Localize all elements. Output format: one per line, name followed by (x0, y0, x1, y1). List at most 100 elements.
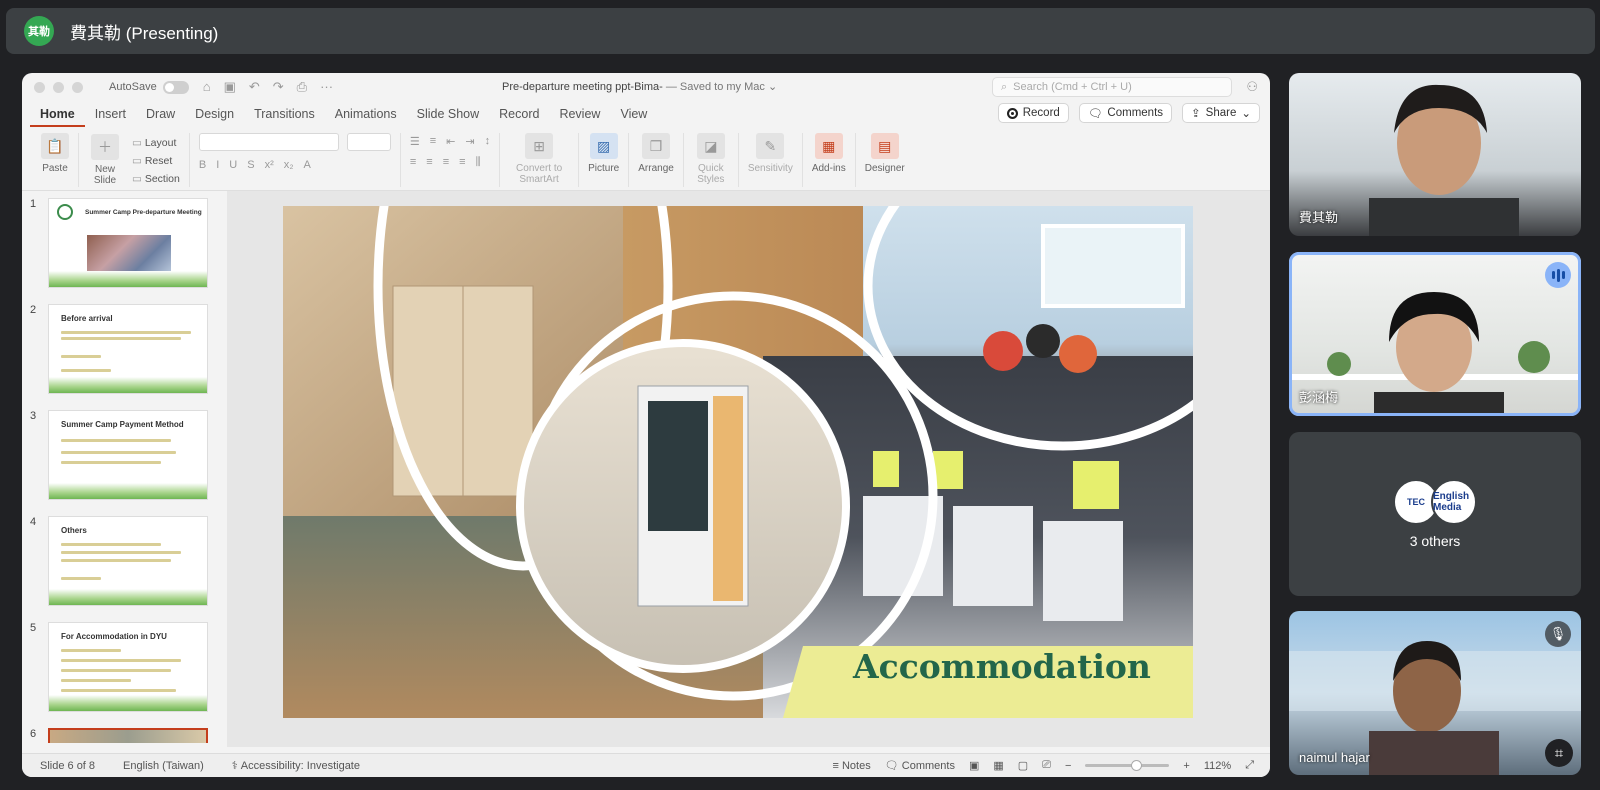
slide-6[interactable] (283, 206, 1193, 718)
thumbnail-row[interactable]: 1 Summer Camp Pre-departure Meeting (30, 198, 227, 297)
designer-icon[interactable]: ▤ (870, 133, 899, 159)
others-tile[interactable]: TEC English Media 3 others (1289, 432, 1581, 596)
slide-thumbnail[interactable]: For Accommodation in DYU (48, 622, 208, 712)
superscript-icon[interactable]: x² (265, 159, 274, 171)
section-button[interactable]: Section (132, 173, 180, 185)
font-name-select[interactable] (198, 133, 339, 151)
comments-label: Comments (1107, 107, 1164, 119)
tab-review[interactable]: Review (549, 101, 610, 127)
thumbnail-row[interactable]: 3 Summer Camp Payment Method (30, 410, 227, 509)
slide-thumbnail[interactable]: Summer Camp Pre-departure Meeting (48, 198, 208, 288)
reset-button[interactable]: Reset (132, 155, 180, 167)
slide-thumbnail[interactable]: Summer Camp Payment Method (48, 410, 208, 500)
close-window-button[interactable] (34, 81, 45, 93)
bullets-icon[interactable]: ☰ (410, 135, 420, 148)
thumbnail-row[interactable]: 2 Before arrival (30, 304, 227, 403)
outdent-icon[interactable]: ⇥ (465, 135, 474, 148)
minimize-window-button[interactable] (53, 81, 64, 93)
tab-view[interactable]: View (610, 101, 657, 127)
tab-transitions[interactable]: Transitions (244, 101, 325, 127)
justify-icon[interactable]: ≡ (459, 156, 465, 169)
font-size-select[interactable] (346, 133, 391, 151)
notice-paper (933, 451, 963, 489)
addins-icon[interactable]: ▦ (814, 133, 843, 159)
subscript-icon[interactable]: x₂ (284, 159, 294, 171)
tab-record[interactable]: Record (489, 101, 549, 127)
thumbnail-title: Summer Camp Payment Method (61, 420, 184, 429)
picture-icon[interactable]: ▨ (589, 133, 618, 159)
columns-icon[interactable]: ⫼ (476, 156, 481, 169)
zoom-in-icon[interactable]: + (1183, 760, 1189, 772)
tab-draw[interactable]: Draw (136, 101, 185, 127)
home-icon[interactable]: ⌂ (203, 79, 211, 95)
slide-thumbnail[interactable]: Before arrival (48, 304, 208, 394)
speaking-indicator-icon (1545, 262, 1571, 288)
quick-styles-icon[interactable]: ◪ (696, 133, 725, 159)
accessibility-status[interactable]: Accessibility: Investigate (241, 760, 360, 772)
font-color-icon[interactable]: A (304, 159, 311, 171)
crop-icon[interactable]: ⌗ (1545, 739, 1573, 767)
numbering-icon[interactable]: ≡ (430, 135, 436, 148)
tab-home[interactable]: Home (30, 101, 85, 127)
italic-icon[interactable]: I (216, 159, 219, 171)
paste-icon[interactable]: 📋 (41, 133, 69, 159)
sensitivity-icon[interactable]: ✎ (756, 133, 785, 159)
indent-icon[interactable]: ⇤ (446, 135, 455, 148)
tab-insert[interactable]: Insert (85, 101, 136, 127)
more-icon[interactable]: ··· (320, 79, 333, 95)
underline-icon[interactable]: U (229, 159, 237, 171)
layout-button[interactable]: Layout (132, 137, 180, 149)
zoom-window-button[interactable] (72, 81, 83, 93)
slide-sorter-icon[interactable]: ▦ (993, 759, 1003, 772)
bold-icon[interactable]: B (199, 159, 206, 171)
line-spacing-icon[interactable]: ↕ (485, 135, 491, 148)
thumbnail-row[interactable]: 5 For Accommodation in DYU (30, 622, 227, 721)
share-button[interactable]: ⇪ Share ⌄ (1182, 103, 1260, 123)
slide-counter: Slide 6 of 8 (40, 759, 96, 772)
autosave-toggle[interactable] (162, 80, 189, 94)
arrange-icon[interactable]: ❒ (642, 133, 671, 159)
thumbnail-row[interactable]: 4 Others (30, 516, 227, 615)
thumbnail-text-line (61, 669, 171, 672)
document-title[interactable]: Pre-departure meeting ppt-Bima- — Saved … (502, 80, 777, 93)
language-indicator[interactable]: English (Taiwan) (123, 760, 204, 772)
participant-tile[interactable]: 費其勒 (1289, 73, 1581, 236)
slide-thumbnail-selected[interactable] (48, 728, 208, 743)
smartart-icon[interactable]: ⊞ (525, 133, 554, 159)
zoom-out-icon[interactable]: − (1065, 760, 1071, 772)
participant-tile-speaking[interactable]: 彭涵梅 (1289, 252, 1581, 416)
thumbnail-text-line (61, 369, 111, 372)
mic-off-icon: 🎙 (1545, 621, 1571, 647)
search-input[interactable]: ⌕ Search (Cmd + Ctrl + U) (992, 77, 1232, 97)
new-slide-icon[interactable]: ＋ (91, 134, 119, 160)
zoom-slider-knob[interactable] (1131, 760, 1143, 771)
thumbnail-row[interactable]: 6 (30, 728, 227, 743)
slide-thumbnail[interactable]: Others (48, 516, 208, 606)
presenter-view-icon[interactable]: ⎚ (1042, 759, 1051, 772)
thumbnail-text-line (61, 461, 161, 464)
reading-view-icon[interactable]: ▢ (1018, 759, 1028, 772)
redo-icon[interactable]: ↷ (273, 79, 284, 95)
record-button[interactable]: Record (997, 103, 1069, 123)
comments-button[interactable]: 🗨 Comments (1078, 103, 1173, 123)
paste-group: 📋 Paste (32, 133, 79, 187)
fit-to-window-icon[interactable]: ⤢ (1245, 759, 1254, 772)
tab-animations[interactable]: Animations (325, 101, 407, 127)
undo-icon[interactable]: ↶ (249, 79, 260, 95)
normal-view-icon[interactable]: ▣ (969, 759, 979, 772)
status-comments-button[interactable]: 🗨 Comments (885, 759, 955, 772)
align-left-icon[interactable]: ≡ (410, 156, 416, 169)
print-icon[interactable]: ⎙ (297, 79, 307, 95)
participant-tile[interactable]: 🎙 ⌗ naimul hajar (1289, 611, 1581, 775)
slide-canvas[interactable]: Accommodation (227, 191, 1270, 747)
tab-slide-show[interactable]: Slide Show (407, 101, 490, 127)
tab-design[interactable]: Design (185, 101, 244, 127)
zoom-level[interactable]: 112% (1204, 760, 1231, 772)
save-icon[interactable]: ▣ (224, 79, 236, 95)
zoom-slider[interactable] (1085, 760, 1170, 771)
strikethrough-icon[interactable]: S (247, 159, 254, 171)
align-right-icon[interactable]: ≡ (443, 156, 449, 169)
notes-button[interactable]: ≡ Notes (833, 760, 871, 772)
account-icon[interactable]: ⚇ (1246, 79, 1258, 95)
align-center-icon[interactable]: ≡ (426, 156, 432, 169)
